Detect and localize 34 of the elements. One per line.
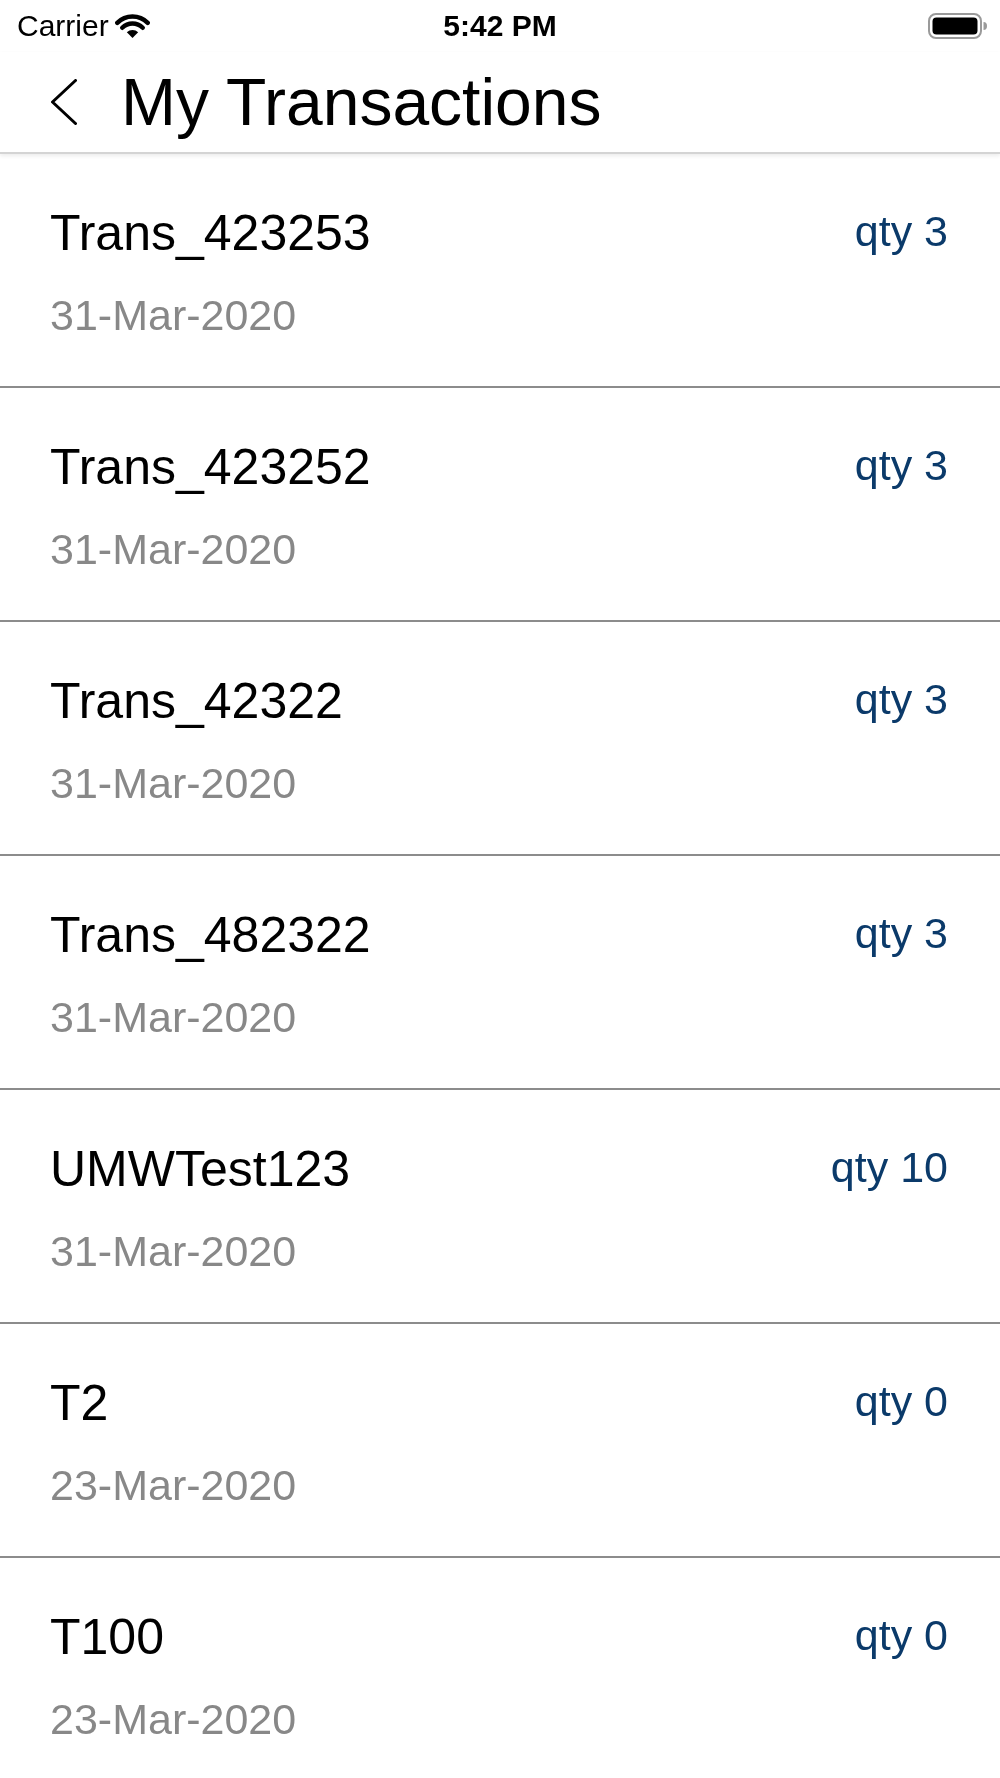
carrier-label: Carrier bbox=[17, 11, 109, 41]
clock-time: 5:42 PM bbox=[443, 11, 557, 41]
transaction-row[interactable]: Trans_42322 qty 3 31-Mar-2020 bbox=[0, 622, 1000, 856]
transaction-date: 31-Mar-2020 bbox=[50, 528, 297, 571]
transaction-date: 31-Mar-2020 bbox=[50, 762, 297, 805]
transaction-row[interactable]: UMWTest123 qty 10 31-Mar-2020 bbox=[0, 1090, 1000, 1324]
transaction-name: T100 bbox=[50, 1612, 164, 1662]
transaction-name: Trans_423253 bbox=[50, 208, 371, 258]
transaction-row[interactable]: Trans_423252 qty 3 31-Mar-2020 bbox=[0, 388, 1000, 622]
quantity-label: qty 3 bbox=[854, 210, 948, 253]
quantity-label: qty 3 bbox=[854, 912, 948, 955]
transaction-name: Trans_482322 bbox=[50, 910, 371, 960]
transaction-name: T2 bbox=[50, 1378, 109, 1428]
transaction-row[interactable]: Trans_423253 qty 3 31-Mar-2020 bbox=[0, 154, 1000, 388]
transaction-row[interactable]: T2 qty 0 23-Mar-2020 bbox=[0, 1324, 1000, 1558]
wifi-icon bbox=[114, 13, 150, 39]
transaction-date: 31-Mar-2020 bbox=[50, 996, 297, 1039]
transaction-name: Trans_42322 bbox=[50, 676, 343, 726]
quantity-label: qty 0 bbox=[854, 1614, 948, 1657]
back-button[interactable] bbox=[50, 79, 77, 125]
chevron-left-icon bbox=[50, 79, 77, 125]
quantity-label: qty 10 bbox=[830, 1146, 948, 1189]
transaction-date: 31-Mar-2020 bbox=[50, 294, 297, 337]
transaction-name: UMWTest123 bbox=[50, 1144, 351, 1194]
quantity-label: qty 3 bbox=[854, 678, 948, 721]
battery-icon bbox=[928, 13, 987, 39]
transaction-name: Trans_423252 bbox=[50, 442, 371, 492]
transaction-date: 31-Mar-2020 bbox=[50, 1230, 297, 1273]
quantity-label: qty 3 bbox=[854, 444, 948, 487]
transaction-row[interactable]: Trans_482322 qty 3 31-Mar-2020 bbox=[0, 856, 1000, 1090]
quantity-label: qty 0 bbox=[854, 1380, 948, 1423]
transaction-date: 23-Mar-2020 bbox=[50, 1464, 297, 1507]
transaction-date: 23-Mar-2020 bbox=[50, 1698, 297, 1741]
transaction-row[interactable]: T100 qty 0 23-Mar-2020 bbox=[0, 1558, 1000, 1778]
